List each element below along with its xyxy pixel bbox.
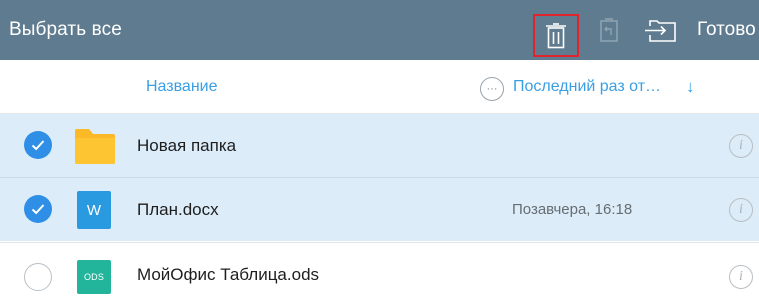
file-name: МойОфис Таблица.ods [137,265,320,284]
checkmark-icon [31,204,45,215]
sort-descending-icon[interactable]: ↓ [686,60,695,114]
word-document-icon: W [77,191,111,229]
move-button[interactable] [642,0,680,60]
move-to-folder-icon [645,20,676,42]
checkmark-icon [31,140,45,151]
file-row-document[interactable]: W План.docx Позавчера, 16:18 i [0,178,759,241]
row-checkbox-unchecked[interactable] [24,263,52,291]
delete-button[interactable] [533,14,579,57]
row-checkbox-checked[interactable] [24,131,52,159]
file-name: План.docx [137,200,219,219]
spreadsheet-icon: ODS [77,260,111,294]
select-all-button[interactable]: Выбрать все [9,0,122,60]
column-header-row: Название ··· Последний раз от… ↓ [0,60,759,114]
sort-by-date-header[interactable]: Последний раз от… [513,60,661,114]
trash-icon [546,22,566,48]
doc-icon-letter: W [86,201,102,219]
file-row-spreadsheet[interactable]: ODS МойОфис Таблица.ods i [0,243,759,298]
restore-icon [600,18,618,42]
selection-toolbar: Выбрать все Готово [0,0,759,60]
ods-icon-label: ODS [83,272,105,282]
restore-button[interactable] [596,0,622,60]
done-button[interactable]: Готово [697,0,756,60]
more-options-icon[interactable]: ··· [480,77,504,101]
info-icon[interactable]: i [729,198,753,222]
info-icon[interactable]: i [729,134,753,158]
file-date: Позавчера, 16:18 [512,201,633,218]
sort-by-name-header[interactable]: Название [146,60,218,114]
row-checkbox-checked[interactable] [24,195,52,223]
info-icon[interactable]: i [729,265,753,289]
folder-icon [75,129,115,164]
file-row-folder[interactable]: Новая папка i [0,114,759,177]
file-name: Новая папка [137,136,237,155]
